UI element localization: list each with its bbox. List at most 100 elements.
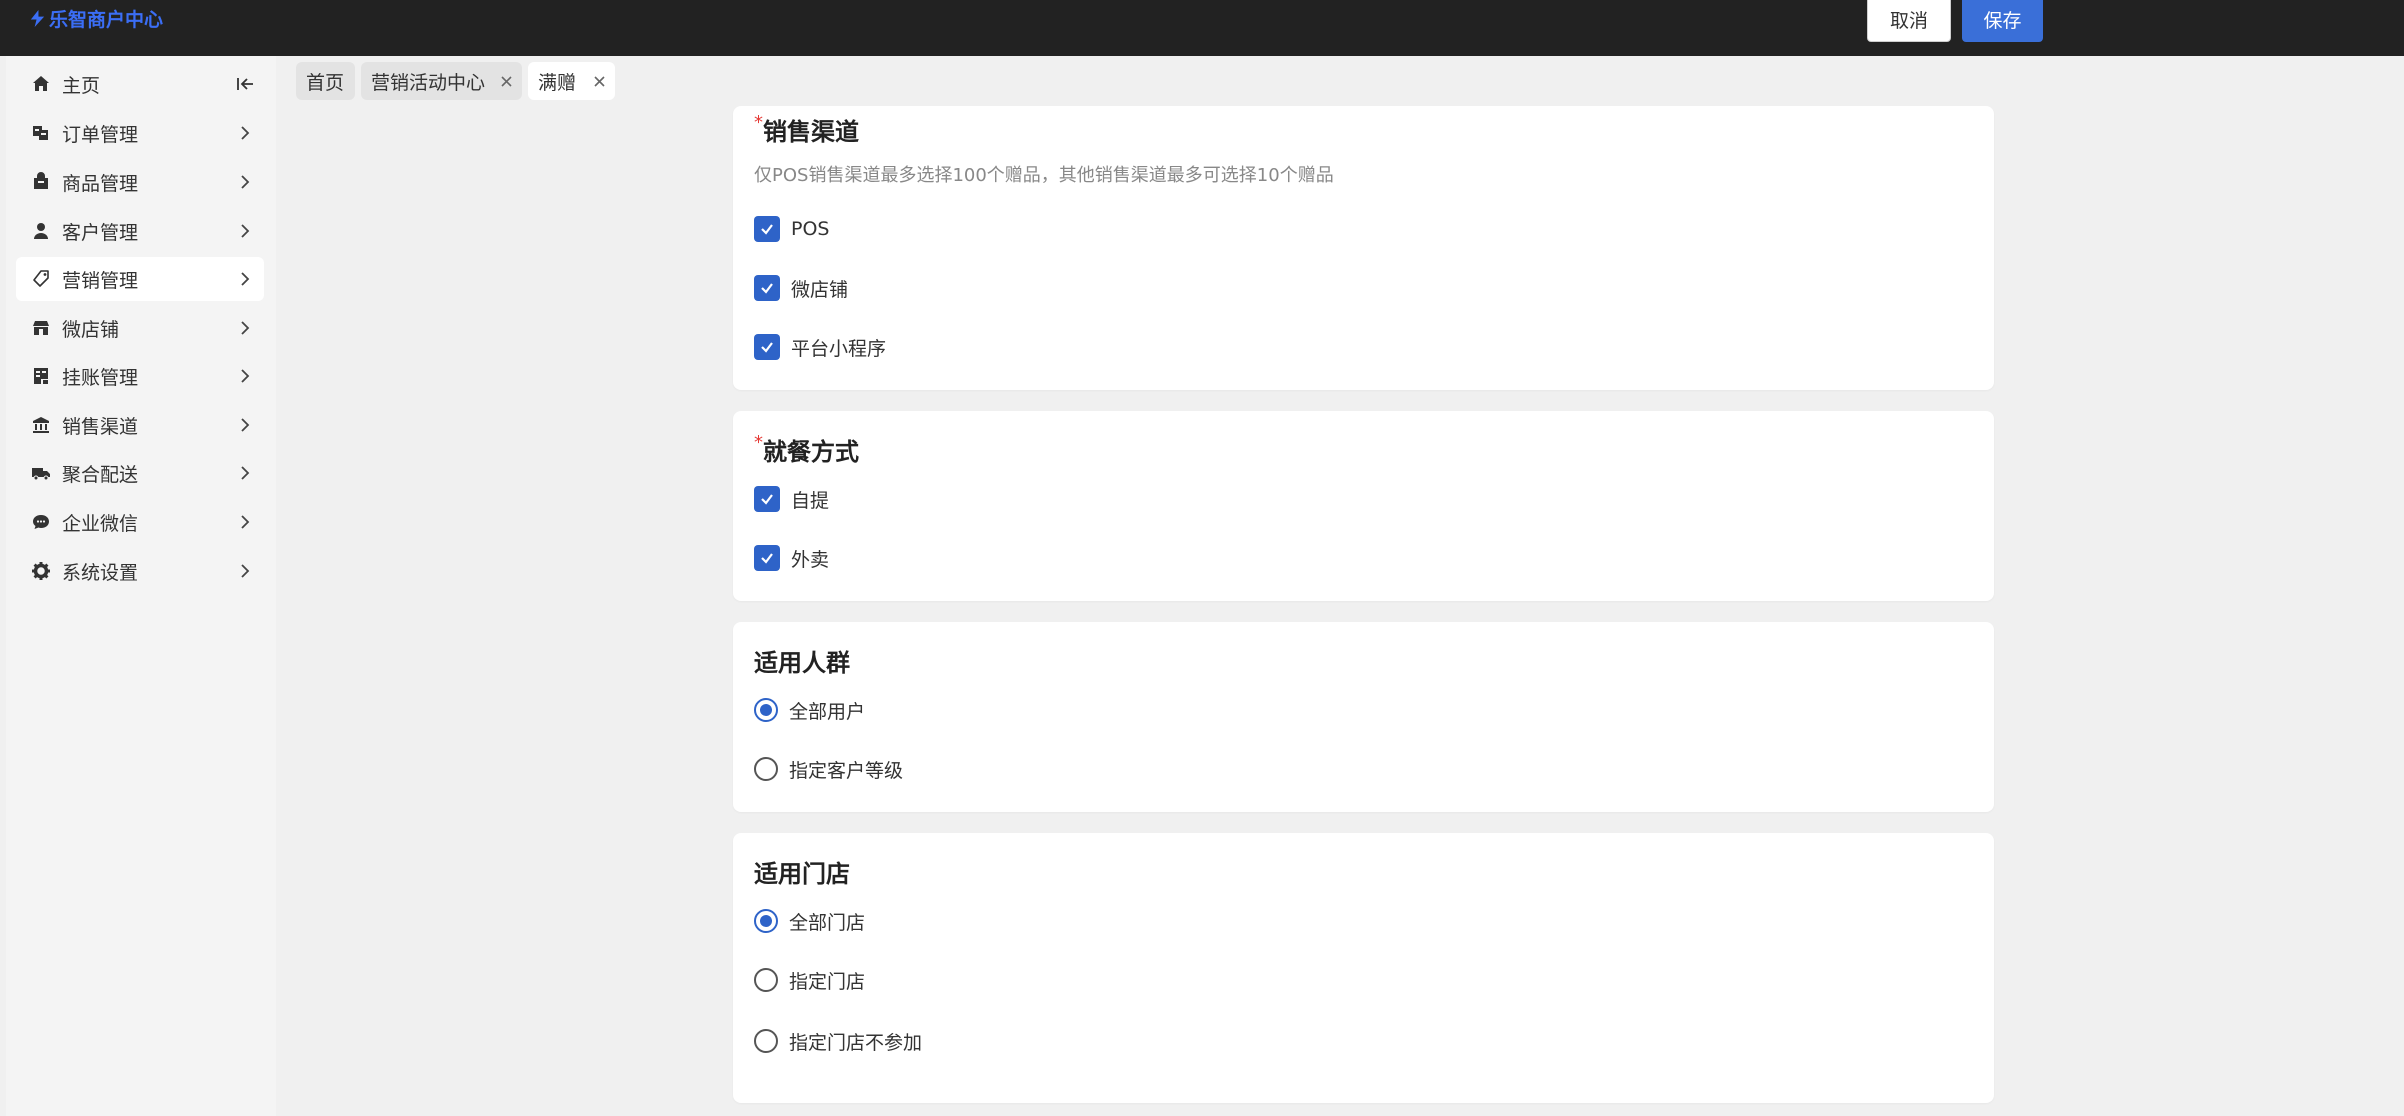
radio-excluded-stores[interactable]: 指定门店不参加 [754,1028,922,1054]
checkbox-label: 自提 [791,489,830,512]
section-title: *销售渠道 [754,112,859,146]
chevron-right-icon [241,369,250,383]
checkbox-checked[interactable] [754,486,780,512]
sidebar-item-microstore[interactable]: 微店铺 [16,306,264,350]
radio-selected[interactable] [754,909,778,933]
sidebar-item-sales-channel[interactable]: 销售渠道 [16,403,264,447]
app-logo[interactable]: 乐智商户中心 [28,6,164,31]
radio-label: 全部用户 [789,700,866,723]
order-icon [33,126,48,140]
sidebar-item-wecom[interactable]: 企业微信 [16,500,264,544]
chevron-right-icon [241,466,250,480]
chevron-right-icon [241,175,250,189]
checkbox-pickup[interactable]: 自提 [754,486,829,512]
ledger-icon [34,368,48,384]
close-icon[interactable] [500,75,513,88]
sidebar-item-label: 销售渠道 [62,415,139,438]
section-title: 适用门店 [754,860,850,888]
goods-icon [34,172,48,189]
chevron-right-icon [241,224,250,238]
chevron-right-icon [241,321,250,335]
sales-channel-card: *销售渠道 仅POS销售渠道最多选择100个赠品，其他销售渠道最多可选择10个赠… [733,106,1994,390]
sales-channel-hint: 仅POS销售渠道最多选择100个赠品，其他销售渠道最多可选择10个赠品 [754,165,1334,186]
radio-customer-level[interactable]: 指定客户等级 [754,756,903,782]
chevron-right-icon [241,418,250,432]
radio-unselected[interactable] [754,968,778,992]
checkbox-checked[interactable] [754,334,780,360]
tag-icon [33,270,49,287]
sidebar-item-label: 企业微信 [62,512,139,535]
checkbox-mini-program[interactable]: 平台小程序 [754,334,886,360]
checkbox-checked[interactable] [754,545,780,571]
collapse-sidebar-icon[interactable] [234,74,256,94]
tab-label: 营销活动中心 [371,71,486,94]
checkbox-label: 外卖 [791,548,830,571]
tab-label: 首页 [306,71,345,94]
radio-label: 指定门店 [789,970,866,993]
chevron-right-icon [241,272,250,286]
radio-label: 全部门店 [789,911,866,934]
chevron-right-icon [241,126,250,140]
checkbox-microstore[interactable]: 微店铺 [754,275,848,301]
tab-home[interactable]: 首页 [296,62,355,100]
sidebar-item-label: 主页 [62,74,101,97]
radio-label: 指定门店不参加 [789,1031,923,1054]
radio-specified-stores[interactable]: 指定门店 [754,967,865,993]
app-title: 乐智商户中心 [49,8,164,31]
stores-card: 适用门店 全部门店 指定门店 指定门店不参加 [733,833,1994,1103]
logo-icon [30,9,45,27]
chat-icon [33,515,49,529]
sidebar-item-home[interactable]: 主页 [16,62,264,106]
sidebar-item-goods[interactable]: 商品管理 [16,160,264,204]
sidebar-item-label: 系统设置 [62,561,139,584]
sidebar-item-label: 微店铺 [62,318,120,341]
audience-card: 适用人群 全部用户 指定客户等级 [733,622,1994,812]
sidebar-item-label: 聚合配送 [62,463,139,486]
radio-unselected[interactable] [754,757,778,781]
chevron-right-icon [241,564,250,578]
radio-selected[interactable] [754,698,778,722]
sidebar-item-label: 商品管理 [62,172,139,195]
close-icon[interactable] [593,75,606,88]
home-icon [33,76,49,91]
sidebar-item-credit[interactable]: 挂账管理 [16,354,264,398]
cancel-button[interactable]: 取消 [1867,0,1951,42]
checkbox-pos[interactable]: POS [754,216,829,242]
required-mark: * [754,432,763,453]
gear-icon [32,562,50,580]
section-title: 适用人群 [754,649,850,677]
store-icon [33,321,49,335]
section-title: *就餐方式 [754,432,859,466]
sidebar-item-settings[interactable]: 系统设置 [16,549,264,593]
save-button[interactable]: 保存 [1962,0,2043,42]
user-icon [34,223,48,239]
radio-all-users[interactable]: 全部用户 [754,697,865,723]
sidebar-item-orders[interactable]: 订单管理 [16,111,264,155]
radio-unselected[interactable] [754,1029,778,1053]
bank-icon [33,417,49,433]
checkbox-checked[interactable] [754,216,780,242]
sidebar: 主页 订单管理 商品管理 客户管理 营销管理 微店铺 挂账管理 销售渠道 聚合配 [6,56,276,1116]
tab-label: 满赠 [538,71,577,94]
sidebar-item-label: 挂账管理 [62,366,139,389]
tab-gift[interactable]: 满赠 [528,62,615,100]
sidebar-item-customers[interactable]: 客户管理 [16,209,264,253]
dining-mode-card: *就餐方式 自提 外卖 [733,411,1994,601]
top-bar: 乐智商户中心 取消 保存 [0,0,2404,56]
sidebar-item-delivery[interactable]: 聚合配送 [16,451,264,495]
truck-icon [32,468,50,481]
checkbox-label: 平台小程序 [791,337,887,360]
chevron-right-icon [241,515,250,529]
checkbox-label: 微店铺 [791,278,849,301]
checkbox-checked[interactable] [754,275,780,301]
radio-all-stores[interactable]: 全部门店 [754,908,865,934]
sidebar-item-label: 客户管理 [62,221,139,244]
checkbox-takeout[interactable]: 外卖 [754,545,829,571]
tab-marketing-center[interactable]: 营销活动中心 [361,62,522,100]
sidebar-item-label: 营销管理 [62,269,139,292]
required-mark: * [754,112,763,133]
sidebar-item-marketing[interactable]: 营销管理 [16,257,264,301]
checkbox-label: POS [791,218,830,240]
sidebar-item-label: 订单管理 [62,123,139,146]
radio-label: 指定客户等级 [789,759,904,782]
